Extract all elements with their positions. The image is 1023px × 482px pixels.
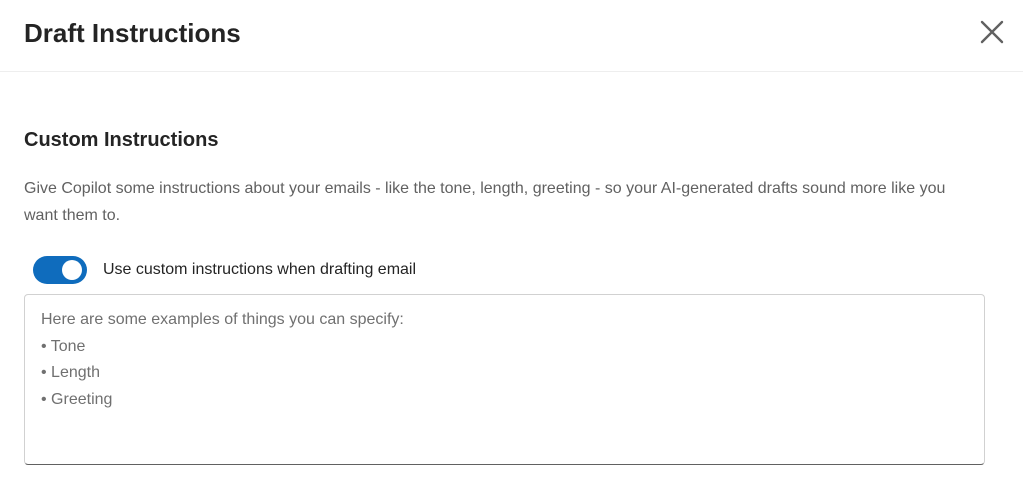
toggle-label: Use custom instructions when drafting em… (103, 261, 417, 278)
custom-instructions-toggle[interactable] (33, 256, 87, 284)
close-icon (980, 20, 1004, 44)
toggle-knob (62, 260, 82, 280)
placeholder-item-greeting: • Greeting (41, 390, 113, 408)
close-button[interactable] (974, 14, 1010, 50)
placeholder-item-tone: • Tone (41, 337, 86, 355)
placeholder-item-length: • Length (41, 364, 100, 381)
custom-instructions-toggle-row: Use custom instructions when drafting em… (33, 256, 416, 284)
dialog-header: Draft Instructions (0, 0, 1023, 72)
custom-instructions-input[interactable]: Here are some examples of things you can… (24, 294, 985, 465)
placeholder-intro: Here are some examples of things you can… (41, 311, 404, 328)
dialog-title: Draft Instructions (24, 18, 241, 48)
section-description: Give Copilot some instructions about you… (24, 180, 946, 224)
section-title: Custom Instructions (24, 129, 219, 151)
